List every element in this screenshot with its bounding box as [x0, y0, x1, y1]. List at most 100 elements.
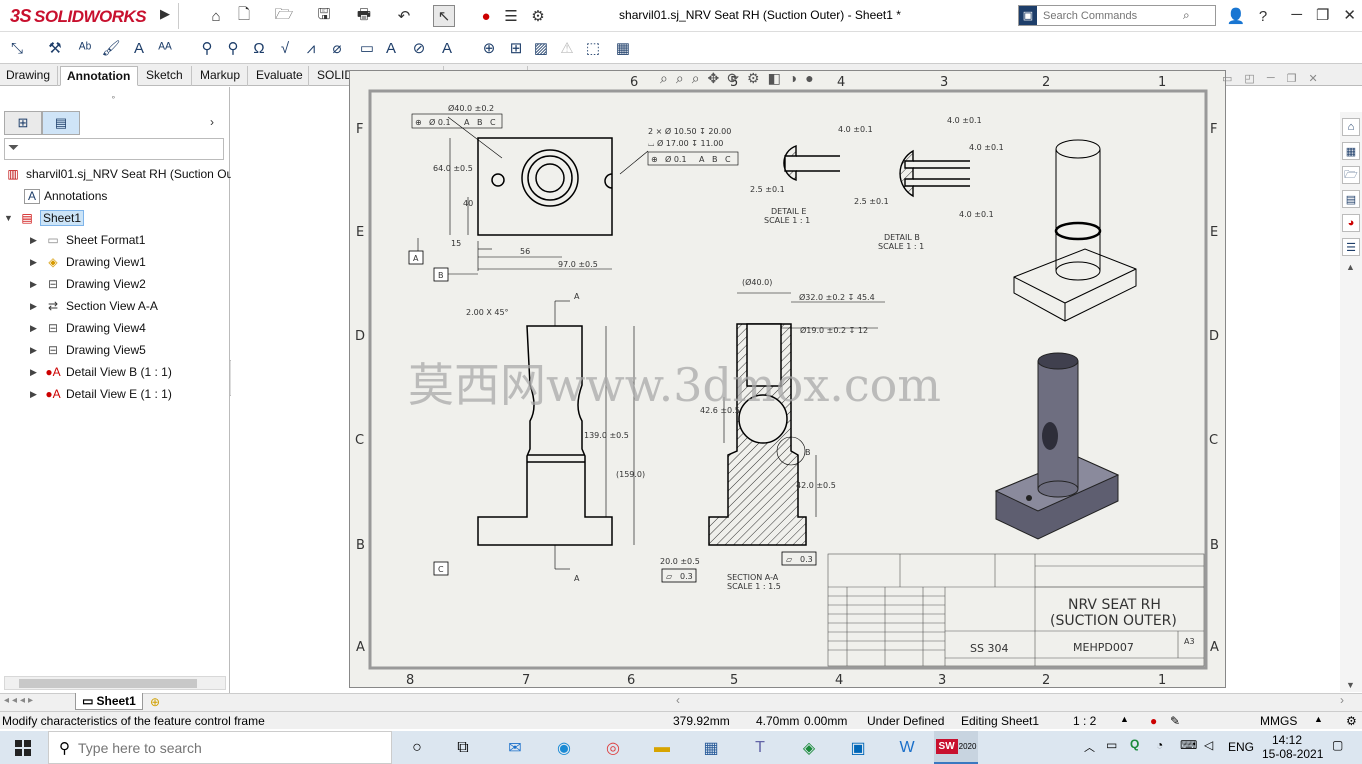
appearances-icon[interactable]: ◕ [1342, 214, 1360, 232]
status-units[interactable]: MMGS [1260, 714, 1297, 728]
balloon-icon[interactable]: ⚲ [196, 37, 218, 59]
language-indicator[interactable]: ENG [1228, 740, 1254, 754]
property-manager-tab-icon[interactable]: ▤ [42, 111, 80, 135]
options-gear-icon[interactable]: ⚙ [527, 5, 549, 27]
close-icon[interactable]: ✕ [1343, 6, 1356, 24]
solidworks-logo[interactable]: 3S SOLIDWORKS [10, 4, 155, 28]
surface-finish-icon[interactable]: √ [274, 37, 296, 59]
tree-item-sheet-format[interactable]: ▶ ▭ Sheet Format1 [30, 230, 145, 250]
wps-icon[interactable]: W [885, 731, 929, 764]
view-close-icon[interactable]: ✕ [1308, 72, 1317, 88]
speaker-icon[interactable]: ◁ [1204, 738, 1213, 752]
tray-expand-icon[interactable]: ︿ [1084, 739, 1095, 755]
battery-icon[interactable]: ▭ [1106, 738, 1117, 752]
undo-icon[interactable]: ↶ [393, 5, 415, 27]
clock-time[interactable]: 14:12 [1272, 733, 1302, 747]
home-icon[interactable]: ⌂ [205, 5, 227, 27]
teams-icon[interactable]: T [738, 731, 782, 764]
print-icon[interactable]: 🖶 [353, 5, 375, 27]
zoom-to-fit-icon[interactable]: ⌕ [660, 70, 668, 90]
tab-sketch[interactable]: Sketch [140, 66, 192, 86]
sw-resources-icon[interactable]: ⌂ [1342, 118, 1360, 136]
sheet-tab-sheet1[interactable]: ▭ Sheet1 [75, 693, 143, 710]
task-view-icon[interactable]: ⧉ [441, 731, 485, 764]
blocks-icon[interactable]: A [436, 37, 458, 59]
save-icon[interactable]: 🖫 [313, 5, 335, 27]
tree-item-section-view[interactable]: ▶ ⇄ Section View A-A [30, 296, 158, 316]
chrome-icon[interactable]: ◎ [591, 731, 635, 764]
hole-callout-icon[interactable]: ⌀ [326, 37, 348, 59]
drawing-sheet[interactable]: 6 5 4 3 2 1 8 7 6 5 4 3 2 1 FF EE DD CC … [349, 70, 1226, 688]
magnetic-line-icon[interactable]: Ω [248, 37, 270, 59]
scroll-up-icon[interactable]: ▲ [1346, 262, 1355, 272]
tree-item-drawing-view4[interactable]: ▶ ⊟ Drawing View4 [30, 318, 146, 338]
wifi-icon[interactable]: ◔ [1156, 738, 1163, 752]
store-icon[interactable]: ▣ [836, 731, 880, 764]
view-split-icon[interactable]: ▭ [1222, 72, 1232, 88]
search-input[interactable] [1043, 9, 1183, 22]
status-scale[interactable]: 1 : 2 [1073, 714, 1096, 728]
status-help-icon[interactable]: ⚙ [1346, 714, 1357, 728]
center-mark-icon[interactable]: ⊕ [478, 37, 500, 59]
minimize-icon[interactable]: ─ [1291, 6, 1302, 24]
geometric-tolerance-icon[interactable]: ▭ [356, 37, 378, 59]
windows-start-button[interactable] [0, 731, 46, 764]
tree-filter[interactable]: ⏷ [4, 138, 224, 160]
open-icon[interactable]: 🗁 [273, 5, 295, 27]
panel-handle[interactable]: ⚬ [110, 93, 117, 102]
file-properties-icon[interactable]: ☰ [500, 5, 522, 27]
appearance-icon[interactable]: ● [805, 70, 813, 90]
maps-icon[interactable]: ◈ [787, 731, 831, 764]
solidworks-taskbar-icon[interactable]: SW 2020 [934, 731, 978, 764]
user-icon[interactable]: 👤 [1225, 5, 1247, 27]
tab-annotation[interactable]: Annotation [60, 66, 138, 86]
format-painter-icon[interactable]: 🖌 [100, 37, 122, 59]
revision-symbol-icon[interactable]: ⚠ [556, 37, 578, 59]
menu-expand-arrow-icon[interactable]: ▶ [160, 6, 174, 26]
model-items-icon[interactable]: ⚒ [44, 37, 66, 59]
tree-root[interactable]: ▥ sharvil01.sj_NRV Seat RH (Suction Oute… [4, 164, 251, 184]
view-float-icon[interactable]: ◰ [1244, 72, 1254, 88]
spell-checker-icon[interactable]: ᴬᵇ [74, 37, 96, 59]
notifications-icon[interactable]: ▢ [1332, 738, 1343, 752]
tree-item-detail-view-b[interactable]: ▶ ●A Detail View B (1 : 1) [30, 362, 172, 382]
taskbar-search[interactable]: ⚲ [48, 731, 392, 764]
rapid-sketch-icon[interactable]: ✎ [1170, 714, 1180, 728]
view-settings-icon[interactable]: ⚙ [747, 70, 760, 90]
datum-feature-icon[interactable]: A [380, 37, 402, 59]
tree-item-detail-view-e[interactable]: ▶ ●A Detail View E (1 : 1) [30, 384, 172, 404]
search-commands[interactable]: ▣ ⌕ [1018, 5, 1216, 26]
expand-arrow-icon[interactable]: ▶ [30, 345, 44, 356]
expand-arrow-icon[interactable]: ▶ [30, 257, 44, 268]
centerline-icon[interactable]: ⊞ [505, 37, 527, 59]
display-style-icon[interactable]: ◧ [768, 70, 781, 90]
quick-heal-icon[interactable]: Q [1130, 737, 1139, 751]
scale-dropdown-icon[interactable]: ▲ [1120, 714, 1129, 724]
cortana-icon[interactable]: ○ [395, 731, 439, 764]
custom-properties-icon[interactable]: ☰ [1342, 238, 1360, 256]
panel-horizontal-scrollbar[interactable] [4, 676, 226, 690]
hide-show-icon[interactable]: ◑ [789, 70, 797, 90]
expand-arrow-icon[interactable]: ▶ [30, 279, 44, 290]
feature-manager-tab-icon[interactable]: ⊞ [4, 111, 42, 135]
linear-note-pattern-icon[interactable]: ᴬᴬ [154, 37, 176, 59]
zoom-in-out-icon[interactable]: ⌕ [692, 70, 700, 90]
tab-drawing[interactable]: Drawing [0, 66, 58, 86]
help-icon[interactable]: ? [1252, 5, 1274, 27]
view-palette-icon[interactable]: ▤ [1342, 190, 1360, 208]
zoom-to-area-icon[interactable]: ⌕ [676, 70, 684, 90]
file-explorer-icon[interactable]: 🗁 [1342, 166, 1360, 184]
note-icon[interactable]: A [128, 37, 150, 59]
h-scroll-left-icon[interactable]: ‹ [676, 693, 680, 707]
clock-date[interactable]: 15-08-2021 [1262, 747, 1323, 761]
panel-next-arrow-icon[interactable]: › [210, 115, 214, 129]
expand-arrow-icon[interactable]: ▶ [30, 389, 44, 400]
rotate-icon[interactable]: ⟳ [727, 70, 739, 90]
tree-item-drawing-view1[interactable]: ▶ ◈ Drawing View1 [30, 252, 146, 272]
expand-arrow-icon[interactable]: ▶ [30, 323, 44, 334]
tab-evaluate[interactable]: Evaluate [250, 66, 309, 86]
auto-balloon-icon[interactable]: ⚲ [222, 37, 244, 59]
rebuild-icon[interactable]: ● [475, 5, 497, 27]
tree-item-sheet1[interactable]: ▼ ▤ Sheet1 [4, 208, 85, 228]
table-icon[interactable]: ▦ [612, 37, 634, 59]
